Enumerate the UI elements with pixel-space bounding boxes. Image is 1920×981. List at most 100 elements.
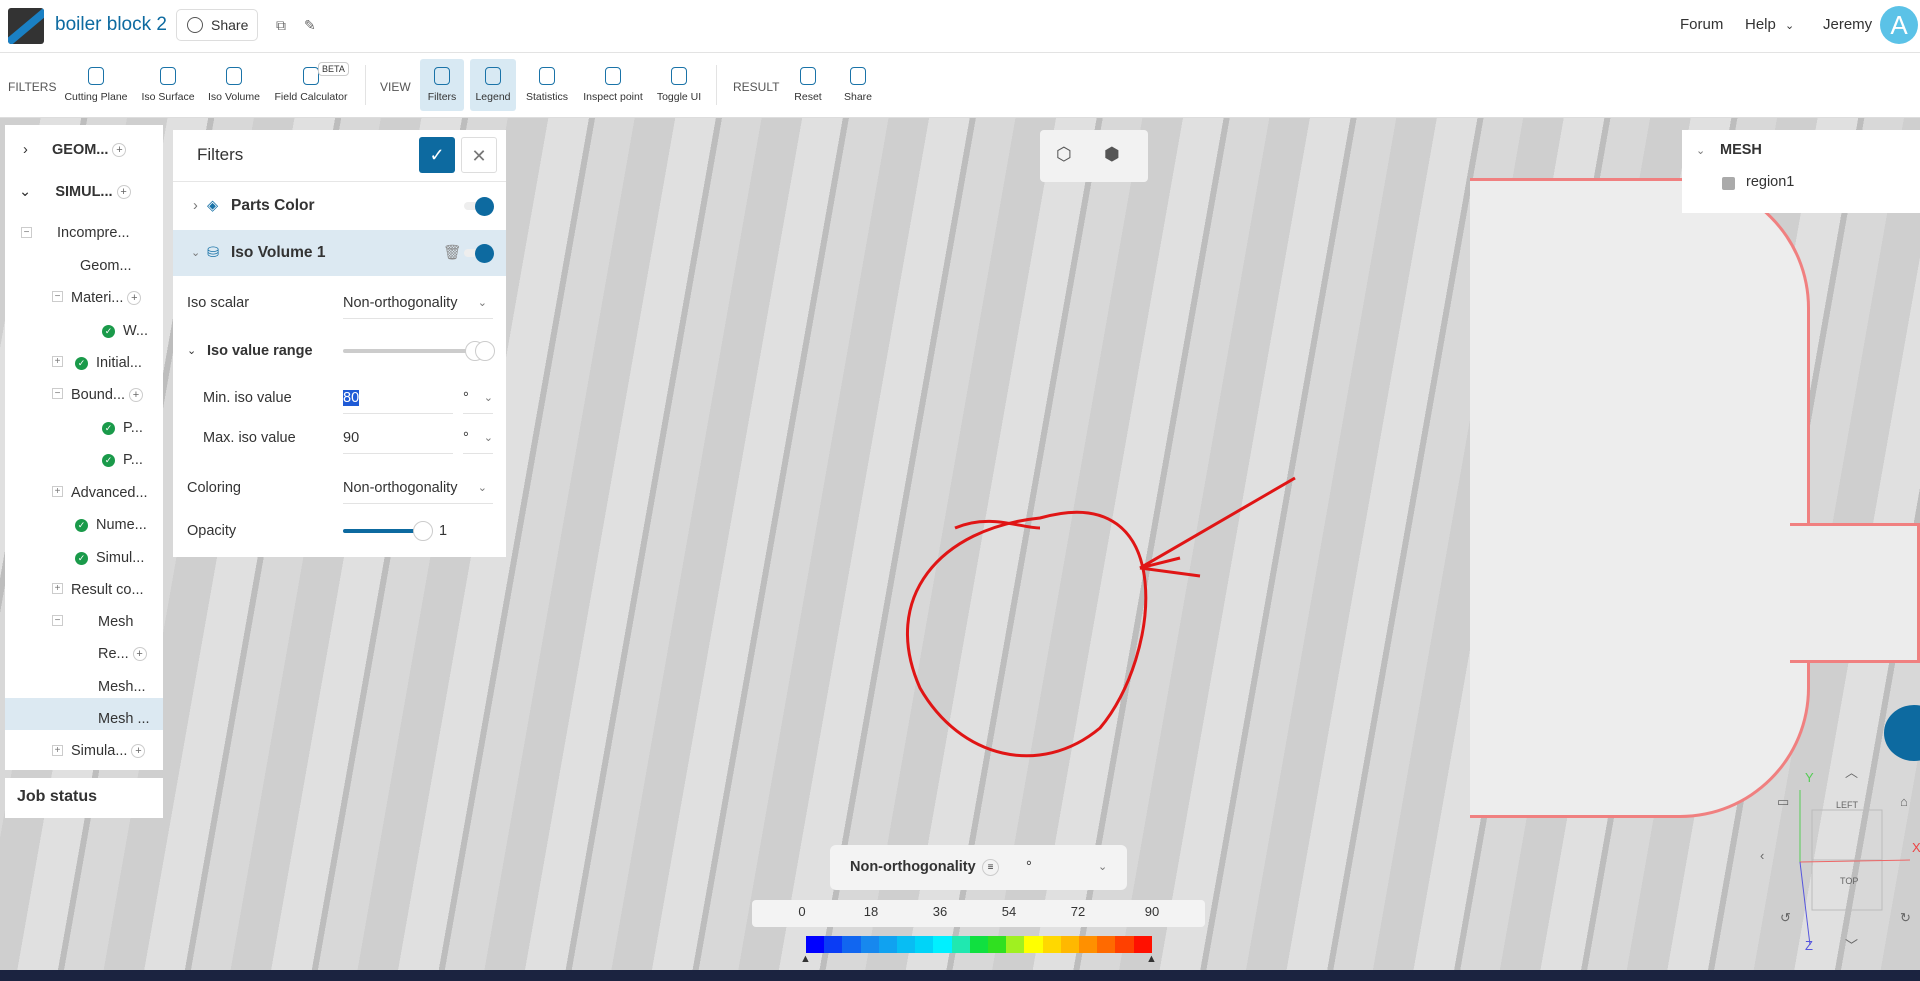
tree-item-initial[interactable]: ✓ Initial... bbox=[75, 350, 142, 376]
max-iso-input[interactable]: 90 bbox=[343, 422, 453, 454]
chevron-down-icon[interactable]: ⌄ bbox=[187, 328, 196, 374]
forum-link[interactable]: Forum bbox=[1680, 16, 1723, 33]
app-logo[interactable] bbox=[8, 8, 44, 44]
parts-color-toggle[interactable] bbox=[464, 197, 494, 216]
tree-item-refinements[interactable]: Re... + bbox=[98, 641, 147, 667]
chevron-down-icon[interactable]: ⌄ bbox=[1785, 19, 1794, 32]
statistics-button[interactable]: Statistics bbox=[524, 59, 570, 111]
legend-selector[interactable]: Non-orthogonality ≡ ° ⌄ bbox=[830, 845, 1127, 890]
coloring-select[interactable]: Non-orthogonality ⌄ bbox=[343, 472, 493, 504]
iso-volume-row[interactable]: ⌄ ⛁ Iso Volume 1 🗑 bbox=[173, 230, 506, 276]
add-icon[interactable]: + bbox=[127, 291, 142, 306]
tree-item-boundary[interactable]: Bound... + bbox=[71, 382, 144, 408]
expand-icon[interactable]: + bbox=[52, 356, 63, 367]
copy-icon[interactable]: ⧉ bbox=[276, 17, 286, 34]
add-icon[interactable]: + bbox=[116, 185, 131, 200]
collapse-icon[interactable]: − bbox=[52, 388, 63, 399]
avatar[interactable]: A bbox=[1880, 6, 1918, 44]
iso-surface-button[interactable]: Iso Surface bbox=[140, 59, 196, 111]
tree-item-simulation[interactable]: ⌄ SIMUL... + bbox=[19, 179, 131, 205]
share-result-button[interactable]: Share bbox=[840, 59, 876, 111]
tree-item-result-control[interactable]: Result co... bbox=[71, 577, 144, 603]
max-unit-select[interactable]: ° ⌄ bbox=[463, 422, 493, 454]
tree-item-materials[interactable]: Materi... + bbox=[71, 285, 142, 311]
add-icon[interactable]: + bbox=[132, 647, 147, 662]
opacity-value[interactable]: 1 bbox=[439, 508, 447, 554]
job-status-panel[interactable]: Job status bbox=[5, 778, 163, 818]
legend-button[interactable]: Legend bbox=[470, 59, 516, 111]
expand-icon[interactable]: + bbox=[52, 486, 63, 497]
taskbar bbox=[0, 970, 1920, 981]
project-title[interactable]: boiler block 2 bbox=[55, 14, 167, 36]
add-icon[interactable]: + bbox=[129, 388, 144, 403]
tick-label: 0 bbox=[798, 904, 806, 919]
reset-button[interactable]: Reset bbox=[790, 59, 826, 111]
min-iso-input[interactable]: 80 bbox=[343, 382, 453, 414]
max-marker-icon[interactable]: ▲ bbox=[1146, 953, 1157, 965]
tree-label: P... bbox=[123, 420, 143, 436]
opacity-handle[interactable] bbox=[413, 521, 433, 541]
max-iso-row: Max. iso value 90 ° ⌄ bbox=[173, 415, 506, 461]
toggle-ui-button[interactable]: Toggle UI bbox=[654, 59, 704, 111]
tree-item-incompressible[interactable]: Incompre... bbox=[57, 220, 130, 246]
tree-item-mesh[interactable]: Mesh bbox=[98, 609, 133, 635]
close-button[interactable]: ✕ bbox=[461, 137, 497, 173]
min-marker-icon[interactable]: ▲ bbox=[800, 953, 811, 965]
color-bar-segment bbox=[1024, 936, 1043, 953]
collapse-icon[interactable]: − bbox=[52, 615, 63, 626]
rotate-left-icon[interactable]: ‹ bbox=[1760, 848, 1764, 863]
expand-icon[interactable]: + bbox=[52, 745, 63, 756]
tree-item-simulation-control[interactable]: ✓ Simul... bbox=[75, 545, 144, 571]
collapse-icon[interactable]: − bbox=[52, 291, 63, 302]
share-button[interactable]: Share bbox=[176, 9, 258, 41]
pencil-icon[interactable]: ✎ bbox=[304, 17, 316, 34]
tree-item-numerics[interactable]: ✓ Nume... bbox=[75, 512, 147, 538]
solid-cube-icon[interactable]: ⬢ bbox=[1104, 144, 1120, 165]
expand-icon[interactable]: + bbox=[52, 583, 63, 594]
rotate-down-icon[interactable]: ﹀ bbox=[1845, 935, 1858, 954]
camera-icon[interactable]: ▭ bbox=[1777, 794, 1789, 810]
inspect-point-button[interactable]: Inspect point bbox=[580, 59, 646, 111]
tree-item-mesh-selected[interactable]: Mesh ... bbox=[98, 706, 150, 732]
help-menu[interactable]: Help bbox=[1745, 16, 1776, 33]
tree-item-boundary-2[interactable]: ✓ P... bbox=[102, 447, 143, 473]
tree-item-mesh-settings[interactable]: Mesh... bbox=[98, 674, 146, 700]
wireframe-cube-icon[interactable]: ⬡ bbox=[1056, 144, 1072, 165]
trash-icon[interactable]: 🗑 bbox=[443, 230, 461, 276]
tree-item-simulation-runs[interactable]: Simula... + bbox=[71, 738, 146, 764]
rotate-ccw-icon[interactable]: ↺ bbox=[1780, 910, 1791, 926]
x-axis-label: X bbox=[1912, 840, 1920, 855]
cutting-plane-button[interactable]: Cutting Plane bbox=[62, 59, 130, 111]
tick-label: 72 bbox=[1070, 904, 1086, 919]
add-icon[interactable]: + bbox=[131, 744, 146, 759]
menu-icon[interactable]: ≡ bbox=[982, 859, 999, 876]
range-max-handle[interactable] bbox=[475, 341, 495, 361]
region-item[interactable]: region1 bbox=[1746, 174, 1794, 190]
filters-button[interactable]: Filters bbox=[420, 59, 464, 111]
apply-button[interactable]: ✓ bbox=[419, 137, 455, 173]
home-icon[interactable]: ⌂ bbox=[1900, 794, 1908, 809]
iso-volume-toggle[interactable] bbox=[464, 244, 494, 263]
min-unit-select[interactable]: ° ⌄ bbox=[463, 382, 493, 414]
tree-item-water[interactable]: ✓ W... bbox=[102, 318, 148, 344]
chevron-down-icon[interactable]: ⌄ bbox=[1696, 144, 1705, 157]
calculator-icon bbox=[303, 67, 319, 85]
tree-label: Nume... bbox=[96, 517, 147, 533]
chevron-down-icon[interactable]: ⌄ bbox=[191, 230, 200, 276]
collapse-icon[interactable]: − bbox=[21, 227, 32, 238]
tree-item-advanced[interactable]: Advanced... bbox=[71, 480, 148, 506]
tick-label: 90 bbox=[1144, 904, 1160, 919]
parts-color-row[interactable]: › ◈ Parts Color bbox=[173, 183, 506, 229]
tree-item-geometry-assigned[interactable]: Geom... bbox=[80, 253, 132, 279]
unit-label: ° bbox=[463, 390, 469, 406]
user-name[interactable]: Jeremy bbox=[1823, 16, 1872, 33]
filters-section-label: FILTERS bbox=[8, 80, 57, 94]
iso-volume-button[interactable]: Iso Volume bbox=[205, 59, 263, 111]
tree-item-geometry[interactable]: › GEOM... + bbox=[23, 137, 127, 163]
tree-item-boundary-1[interactable]: ✓ P... bbox=[102, 415, 143, 441]
rotate-up-icon[interactable]: ︿ bbox=[1845, 762, 1858, 781]
rotate-cw-icon[interactable]: ↻ bbox=[1900, 910, 1911, 926]
add-icon[interactable]: + bbox=[112, 143, 127, 158]
iso-scalar-select[interactable]: Non-orthogonality ⌄ bbox=[343, 287, 493, 319]
chevron-right-icon[interactable]: › bbox=[193, 183, 198, 229]
